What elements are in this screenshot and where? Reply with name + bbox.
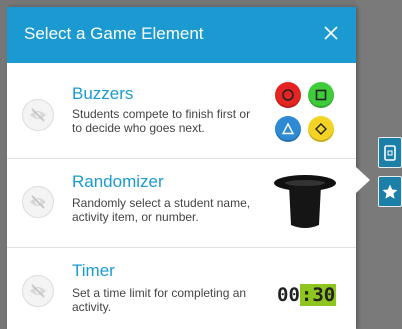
red-buzzer-icon (275, 82, 301, 108)
dialog-title: Select a Game Element (24, 24, 204, 43)
hidden-eye-icon (30, 108, 46, 122)
timer-display-icon: 00:30 (277, 284, 337, 306)
close-icon (324, 26, 338, 40)
item-description: Students compete to finish first or to d… (72, 107, 251, 135)
tablet-icon (384, 144, 396, 161)
blue-buzzer-icon (275, 116, 301, 142)
visibility-toggle-button[interactable] (22, 186, 54, 218)
hidden-eye-icon (30, 284, 46, 298)
buzzer-buttons-icon (275, 82, 335, 144)
close-button[interactable] (320, 22, 342, 44)
timer-seconds: :30 (299, 284, 337, 306)
green-buzzer-icon (308, 82, 334, 108)
visibility-toggle-button[interactable] (22, 99, 54, 131)
star-icon (382, 184, 398, 199)
timer-minutes: 00 (277, 284, 300, 306)
game-element-dialog: Select a Game Element Buzzers Students c… (7, 7, 356, 329)
item-description: Set a time limit for completing an activ… (72, 286, 247, 314)
game-element-randomizer[interactable]: Randomizer Randomly select a student nam… (7, 158, 356, 246)
visibility-toggle-button[interactable] (22, 275, 54, 307)
toolbar-star-button[interactable] (378, 176, 402, 207)
item-description: Randomly select a student name, activity… (72, 196, 251, 224)
item-title: Buzzers (72, 84, 134, 103)
item-title: Randomizer (72, 172, 164, 191)
magic-hat-icon (274, 175, 336, 228)
toolbar-tablet-button[interactable] (378, 137, 402, 168)
item-title: Timer (72, 261, 115, 280)
dialog-header: Select a Game Element (7, 7, 356, 63)
dialog-pointer-arrow (356, 167, 370, 193)
game-element-timer[interactable]: Timer Set a time limit for completing an… (7, 247, 356, 329)
hidden-eye-icon (30, 195, 46, 209)
yellow-buzzer-icon (308, 116, 334, 142)
game-element-buzzers[interactable]: Buzzers Students compete to finish first… (7, 71, 356, 159)
